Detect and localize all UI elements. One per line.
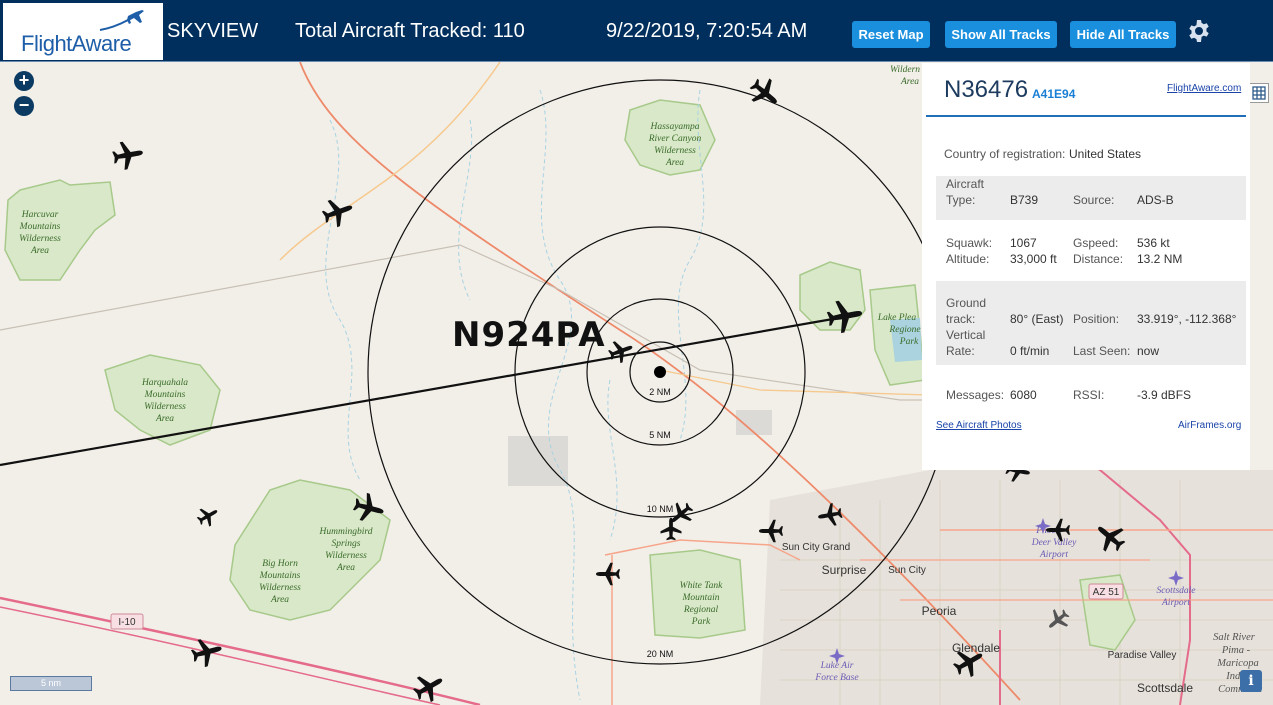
app-name: SKYVIEW bbox=[167, 20, 259, 42]
type-label-2: Type: bbox=[946, 193, 976, 207]
messages-label: Messages: bbox=[946, 388, 1005, 402]
current-datetime: 9/22/2019, 7:20:54 AM bbox=[606, 20, 808, 42]
track-value: 80° (East) bbox=[1010, 312, 1064, 326]
ring-label-2nm: 2 NM bbox=[649, 387, 671, 397]
place-sun-city: Sun City bbox=[888, 565, 926, 576]
svg-text:AZ 51: AZ 51 bbox=[1093, 587, 1120, 598]
receiver-site-dot bbox=[654, 366, 666, 378]
squawk-value: 1067 bbox=[1010, 236, 1037, 250]
type-value: B739 bbox=[1010, 193, 1039, 207]
rssi-value: -3.9 dBFS bbox=[1137, 388, 1192, 402]
gspeed-value: 536 kt bbox=[1137, 236, 1170, 250]
place-scottsdale: Scottsdale bbox=[1137, 681, 1193, 695]
track-label-2: track: bbox=[946, 312, 976, 326]
ring-label-20nm: 20 NM bbox=[647, 649, 674, 659]
flightaware-link[interactable]: FlightAware.com bbox=[1167, 83, 1241, 94]
position-label: Position: bbox=[1073, 312, 1120, 326]
squawk-label: Squawk: bbox=[946, 236, 993, 250]
tracked-count: Total Aircraft Tracked: 110 bbox=[295, 20, 525, 42]
header-bar: FlightAware SKYVIEW Total Aircraft Track… bbox=[0, 0, 1273, 62]
show-all-tracks-button[interactable]: Show All Tracks bbox=[945, 21, 1057, 48]
track-label-1: Ground bbox=[946, 296, 987, 310]
land-block bbox=[508, 436, 568, 486]
logo-text: FlightAware bbox=[21, 31, 132, 56]
panel-divider bbox=[926, 115, 1246, 117]
distance-value: 13.2 NM bbox=[1137, 252, 1183, 266]
vrate-label-2: Rate: bbox=[946, 344, 975, 358]
airframes-link[interactable]: AirFrames.org bbox=[1178, 420, 1241, 431]
source-label: Source: bbox=[1073, 193, 1115, 207]
rssi-label: RSSI: bbox=[1073, 388, 1105, 402]
svg-text:I-10: I-10 bbox=[118, 617, 136, 628]
aircraft-hex-code: A41E94 bbox=[1032, 87, 1076, 101]
selected-aircraft-label: N924PA bbox=[452, 315, 606, 355]
gspeed-label: Gspeed: bbox=[1073, 236, 1119, 250]
info-icon[interactable]: i bbox=[1240, 670, 1262, 692]
ring-label-10nm: 10 NM bbox=[647, 504, 674, 514]
source-value: ADS-B bbox=[1137, 193, 1174, 207]
lastseen-label: Last Seen: bbox=[1073, 344, 1131, 358]
country-label: Country of registration: bbox=[944, 147, 1066, 161]
scale-bar: 5 nm bbox=[10, 676, 92, 691]
lastseen-value: now bbox=[1137, 344, 1160, 358]
type-label-1: Aircraft bbox=[946, 177, 985, 191]
altitude-label: Altitude: bbox=[946, 252, 990, 266]
messages-value: 6080 bbox=[1010, 388, 1037, 402]
place-surprise: Surprise bbox=[822, 563, 867, 577]
aircraft-detail-panel: N36476 A41E94 FlightAware.com Country of… bbox=[922, 63, 1250, 470]
distance-label: Distance: bbox=[1073, 252, 1124, 266]
country-value: United States bbox=[1069, 147, 1142, 161]
hide-all-tracks-button[interactable]: Hide All Tracks bbox=[1070, 21, 1176, 48]
az51-shield: AZ 51 bbox=[1088, 583, 1124, 600]
position-value: 33.919°, -112.368° bbox=[1137, 312, 1237, 326]
zoom-out-button[interactable]: − bbox=[14, 96, 34, 116]
gear-icon[interactable] bbox=[1187, 19, 1211, 43]
flightaware-logo[interactable]: FlightAware bbox=[3, 3, 163, 60]
reset-map-button[interactable]: Reset Map bbox=[852, 21, 930, 48]
vrate-value: 0 ft/min bbox=[1010, 344, 1050, 358]
altitude-value: 33,000 ft bbox=[1010, 252, 1057, 266]
place-sun-city-grand: Sun City Grand bbox=[782, 542, 850, 553]
place-paradise-valley: Paradise Valley bbox=[1108, 650, 1177, 661]
vrate-label-1: Vertical bbox=[946, 328, 986, 342]
see-aircraft-photos-link[interactable]: See Aircraft Photos bbox=[936, 420, 1022, 431]
table-icon[interactable] bbox=[1249, 83, 1269, 103]
zoom-in-button[interactable]: + bbox=[14, 71, 34, 91]
aircraft-registration: N36476 bbox=[944, 76, 1029, 103]
place-peoria: Peoria bbox=[922, 604, 957, 618]
ring-label-5nm: 5 NM bbox=[649, 430, 671, 440]
i10-shield: I-10 bbox=[110, 613, 144, 630]
